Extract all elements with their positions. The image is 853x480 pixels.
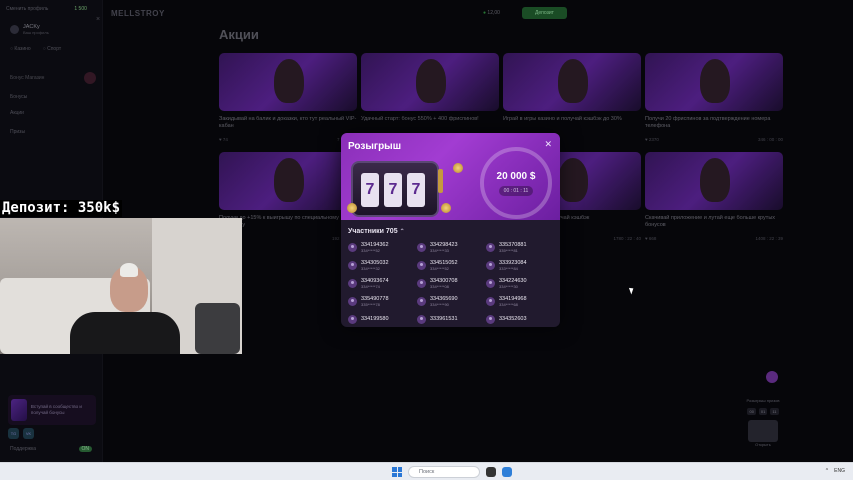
rewards-widget[interactable]: Розыгрыш призов 00 01 11 Открыть: [738, 398, 788, 447]
giveaway-timer: 00 : 01 : 11: [498, 185, 534, 196]
webcam-overlay: [0, 218, 242, 354]
tray-expand-icon[interactable]: ^: [826, 468, 828, 474]
prize-ring: 20 000 $ 00 : 01 : 11: [480, 147, 552, 219]
participants-list: 334194362 334*****52 334298423 334*****33 33…: [348, 241, 555, 326]
webcam-person: [70, 312, 180, 354]
participant-item: 335370881 335*****81: [486, 241, 555, 254]
participant-mask: 334*****52: [361, 248, 380, 254]
participant-item: 334194362 334*****52: [348, 241, 417, 254]
browser-icon[interactable]: [502, 467, 512, 477]
participant-mask: 334*****08: [430, 284, 449, 290]
slot-lever: [438, 169, 443, 193]
participant-item: 334300708 334*****08: [417, 277, 486, 290]
taskbar: Поиск ^ ENG: [0, 462, 853, 480]
participant-mask: 333*****84: [499, 266, 518, 272]
giveaway-banner: Розыгрыш ✕ 7 7 7 20 000 $ 00 : 01 : 11: [341, 133, 560, 220]
participant-id: 333961531: [430, 316, 458, 323]
user-icon: [486, 261, 495, 270]
user-icon: [348, 243, 357, 252]
participant-item: 334352603: [486, 313, 555, 326]
participant-mask: 334*****33: [430, 248, 449, 254]
user-icon: [348, 297, 357, 306]
prize-amount: 20 000 $: [496, 170, 536, 182]
user-icon: [486, 243, 495, 252]
gift-icon[interactable]: [748, 420, 778, 442]
participant-mask: 334*****74: [361, 284, 380, 290]
rewards-timer-part: 01: [758, 408, 768, 415]
coin-icon: [347, 203, 357, 213]
taskbar-search-input[interactable]: Поиск: [408, 466, 480, 478]
participant-mask: 334*****52: [430, 266, 449, 272]
giveaway-title: Розыгрыш: [348, 141, 402, 152]
participants-label: Участники 705: [348, 228, 398, 235]
participant-mask: 335*****78: [361, 302, 380, 308]
user-icon: [486, 297, 495, 306]
participant-item: 334298423 334*****33: [417, 241, 486, 254]
rewards-open-label: Открыть: [755, 442, 771, 447]
slot-reel: 7: [361, 173, 379, 207]
coin-icon: [441, 203, 451, 213]
user-icon: [486, 279, 495, 288]
user-icon: [417, 297, 426, 306]
user-icon: [417, 279, 426, 288]
participant-item: 334199580: [348, 313, 417, 326]
participant-mask: 335*****81: [499, 248, 518, 254]
slot-machine-illustration: 7 7 7: [351, 161, 443, 217]
participant-item: 334515052 334*****52: [417, 259, 486, 272]
system-tray: ^ ENG: [826, 468, 845, 474]
rewards-timer-part: 11: [770, 408, 779, 415]
participant-mask: 334*****30: [499, 284, 518, 290]
participant-id: 334199580: [361, 316, 389, 323]
webcam-person-hair: [120, 263, 138, 277]
participant-item: 333961531: [417, 313, 486, 326]
chat-button[interactable]: [766, 371, 778, 383]
user-icon: [417, 243, 426, 252]
participant-id: 334352603: [499, 316, 527, 323]
user-icon: [417, 261, 426, 270]
participant-item: 335490778 335*****78: [348, 295, 417, 308]
participant-mask: 334*****32: [361, 266, 380, 272]
close-icon[interactable]: ✕: [544, 139, 552, 150]
user-icon: [348, 261, 357, 270]
language-indicator[interactable]: ENG: [834, 468, 845, 474]
webcam-chair: [195, 303, 240, 354]
rewards-label: Розыгрыш призов: [746, 398, 780, 403]
app-window: Сменить профиль 1 500 × JACKy Ваш профил…: [0, 0, 853, 462]
user-icon: [417, 315, 426, 324]
participant-item: 334093674 334*****74: [348, 277, 417, 290]
coin-icon: [453, 163, 463, 173]
participant-item: 334305032 334*****32: [348, 259, 417, 272]
slot-reel: 7: [384, 173, 402, 207]
participant-item: 333923084 333*****84: [486, 259, 555, 272]
participant-item: 334194968 334*****68: [486, 295, 555, 308]
user-icon: [348, 315, 357, 324]
participant-item: 334224630 334*****30: [486, 277, 555, 290]
windows-start-icon[interactable]: [392, 467, 402, 477]
rewards-timer-part: 00: [747, 408, 756, 415]
slot-reel: 7: [407, 173, 425, 207]
app-icon[interactable]: [486, 467, 496, 477]
participant-mask: 334*****90: [430, 302, 449, 308]
deposit-overlay-text: Депозит: 350k$: [0, 200, 123, 217]
participants-header[interactable]: Участники 705 ⌃: [348, 228, 405, 235]
giveaway-modal: Розыгрыш ✕ 7 7 7 20 000 $ 00 : 01 : 11 У…: [341, 133, 560, 327]
user-icon: [348, 279, 357, 288]
participant-item: 334365690 334*****90: [417, 295, 486, 308]
participant-mask: 334*****68: [499, 302, 518, 308]
user-icon: [486, 315, 495, 324]
chevron-up-icon[interactable]: ⌃: [400, 229, 405, 235]
